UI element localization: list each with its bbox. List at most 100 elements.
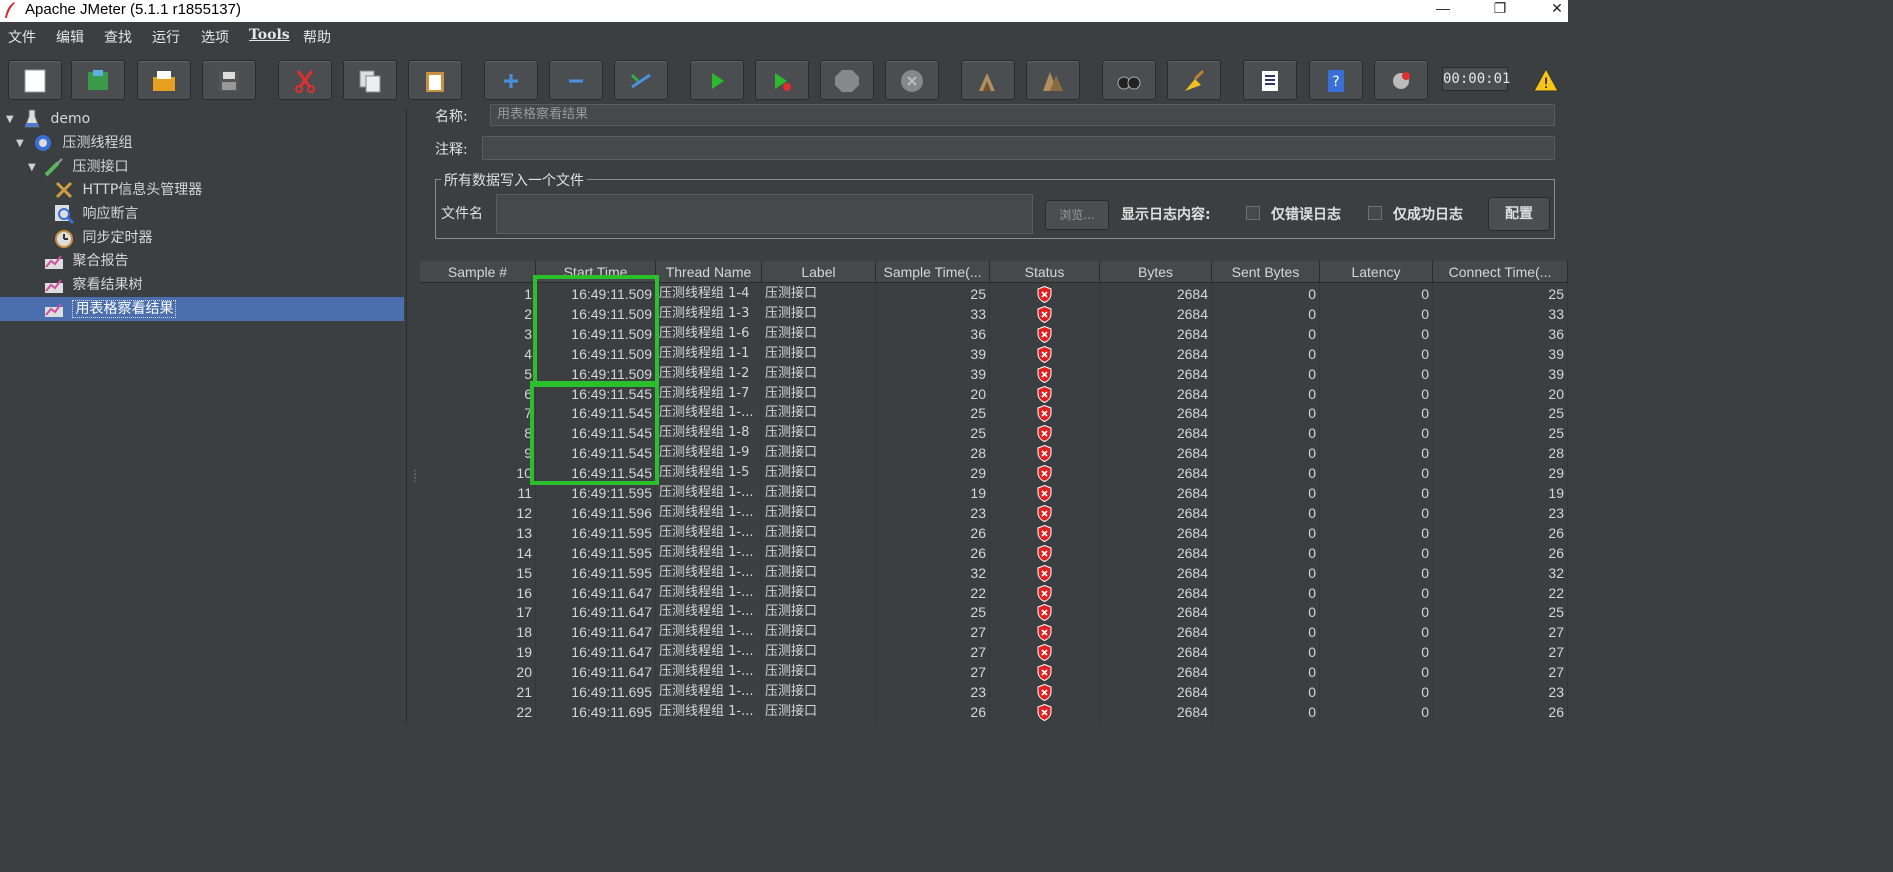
expand-toggle-icon[interactable]: ▼ (6, 114, 14, 125)
menu-edit[interactable]: 编辑 (56, 27, 84, 47)
table-row[interactable]: 13 16:49:11.595 压测线程组 1-... 压测接口 26 2684 0 0 26 (420, 522, 1568, 543)
table-cell: 36 (1433, 323, 1568, 344)
new-button[interactable] (8, 60, 62, 100)
table-row[interactable]: 9 16:49:11.545 压测线程组 1-9 压测接口 28 2684 0 0 28 (420, 443, 1568, 464)
menu-help[interactable]: 帮助 (303, 27, 331, 47)
tree-item-view-results-tree[interactable]: 察看结果树 (44, 274, 142, 296)
configure-button[interactable]: 配置 (1488, 197, 1550, 231)
function-helper-button[interactable] (1243, 60, 1297, 100)
menu-search[interactable]: 查找 (104, 27, 132, 47)
column-header[interactable]: Label (762, 261, 876, 283)
error-shield-icon (1037, 445, 1052, 463)
toggle-button[interactable] (614, 60, 668, 100)
table-row[interactable]: 11 16:49:11.595 压测线程组 1-... 压测接口 19 2684 0 0 19 (420, 483, 1568, 503)
expand-toggle-icon[interactable]: ▼ (28, 162, 36, 173)
copy-button[interactable] (343, 60, 397, 100)
table-row[interactable]: 12 16:49:11.596 压测线程组 1-... 压测接口 23 2684 0 0 23 (420, 502, 1568, 523)
menu-tools[interactable]: Tools (249, 27, 290, 43)
table-row[interactable]: 15 16:49:11.595 压测线程组 1-... 压测接口 32 2684 0 0 32 (420, 562, 1568, 583)
table-cell: 9 (420, 443, 536, 464)
paste-button[interactable] (408, 60, 462, 100)
table-row[interactable]: 20 16:49:11.647 压测线程组 1-... 压测接口 27 2684 0 0 27 (420, 662, 1568, 683)
tree-item-thread-group[interactable]: 压测线程组 (32, 132, 132, 154)
column-header[interactable]: Sent Bytes (1212, 261, 1320, 283)
comment-field[interactable] (482, 136, 1555, 160)
table-row[interactable]: 3 16:49:11.509 压测线程组 1-6 压测接口 36 2684 0 0 36 (420, 323, 1568, 344)
help-button[interactable]: ? (1309, 60, 1363, 100)
collapse-button[interactable] (549, 60, 603, 100)
table-cell: 22 (876, 582, 990, 603)
start-button[interactable] (690, 60, 744, 100)
open-button[interactable] (137, 60, 191, 100)
menu-run[interactable]: 运行 (152, 27, 180, 47)
menu-file[interactable]: 文件 (8, 27, 36, 47)
column-header[interactable]: Thread Name (656, 261, 762, 283)
tree-item-demo[interactable]: demo (24, 108, 90, 130)
maximize-button[interactable]: ❐ (1485, 0, 1515, 18)
reset-search-button[interactable] (1167, 60, 1221, 100)
remote-button[interactable] (1374, 60, 1428, 100)
table-row[interactable]: 17 16:49:11.647 压测线程组 1-... 压测接口 25 2684 0 0 25 (420, 602, 1568, 623)
browse-button[interactable]: 浏览... (1045, 200, 1109, 230)
templates-button[interactable] (71, 60, 125, 100)
close-button[interactable]: ✕ (1542, 0, 1572, 18)
table-row[interactable]: 18 16:49:11.647 压测线程组 1-... 压测接口 27 2684 0 0 27 (420, 622, 1568, 643)
column-header[interactable]: Connect Time(... (1433, 261, 1568, 283)
status-cell (990, 642, 1100, 663)
clear-all-button[interactable] (1026, 60, 1080, 100)
column-header[interactable]: Start Time (536, 261, 656, 283)
table-row[interactable]: 2 16:49:11.509 压测线程组 1-3 压测接口 33 2684 0 0 33 (420, 303, 1568, 324)
table-cell: 压测线程组 1-5 (656, 463, 762, 484)
table-cell: 压测接口 (762, 343, 876, 364)
tree-item-header-manager[interactable]: HTTP信息头管理器 (54, 179, 202, 201)
stop-button[interactable] (820, 60, 874, 100)
table-row[interactable]: 8 16:49:11.545 压测线程组 1-8 压测接口 25 2684 0 0 25 (420, 423, 1568, 444)
table-row[interactable]: 1 16:49:11.509 压测线程组 1-4 压测接口 25 2684 0 0 25 (420, 284, 1568, 304)
tree-item-sampler[interactable]: 压测接口 (44, 156, 128, 178)
table-row[interactable]: 22 16:49:11.695 压测线程组 1-... 压测接口 26 2684 0 0 26 (420, 701, 1568, 722)
table-row[interactable]: 19 16:49:11.647 压测线程组 1-... 压测接口 27 2684 0 0 27 (420, 642, 1568, 663)
table-row[interactable]: 7 16:49:11.545 压测线程组 1-... 压测接口 25 2684 0 0 25 (420, 403, 1568, 424)
name-field[interactable]: 用表格察看结果 (490, 104, 1555, 126)
column-header[interactable]: Sample Time(... (876, 261, 990, 283)
table-row[interactable]: 10 16:49:11.545 压测线程组 1-5 压测接口 29 2684 0 0 29 (420, 463, 1568, 484)
success-only-checkbox[interactable] (1368, 206, 1382, 220)
shutdown-button[interactable] (885, 60, 939, 100)
warning-icon[interactable]: ! (1533, 68, 1559, 92)
expand-toggle-icon[interactable]: ▼ (16, 138, 24, 149)
table-cell: 7 (420, 403, 536, 424)
tree-item-view-results-table[interactable]: 用表格察看结果 (44, 298, 177, 320)
table-row[interactable]: 16 16:49:11.647 压测线程组 1-... 压测接口 22 2684 0 0 22 (420, 582, 1568, 603)
minimize-button[interactable]: — (1428, 0, 1458, 18)
tree-item-timer[interactable]: 同步定时器 (54, 227, 152, 249)
column-header[interactable]: Bytes (1100, 261, 1212, 283)
table-row[interactable]: 4 16:49:11.509 压测线程组 1-1 压测接口 39 2684 0 0 39 (420, 343, 1568, 364)
filename-input[interactable] (496, 194, 1033, 234)
cut-icon (295, 70, 315, 93)
menu-options[interactable]: 选项 (201, 27, 229, 47)
clear-button[interactable] (961, 60, 1015, 100)
tree-item-aggregate-report[interactable]: 聚合报告 (44, 250, 128, 272)
table-cell: 压测接口 (762, 562, 876, 583)
table-row[interactable]: 14 16:49:11.595 压测线程组 1-... 压测接口 26 2684 0 0 26 (420, 542, 1568, 563)
table-cell: 0 (1320, 542, 1433, 563)
cut-button[interactable] (278, 60, 332, 100)
results-table: Sample # Start Time Thread Name Label Sa… (420, 261, 1568, 722)
expand-button[interactable] (484, 60, 538, 100)
templates-icon (88, 70, 108, 90)
status-cell (990, 502, 1100, 523)
column-header[interactable]: Latency (1320, 261, 1433, 283)
column-header[interactable]: Status (990, 261, 1100, 283)
search-button[interactable] (1102, 60, 1156, 100)
table-cell: 13 (420, 522, 536, 543)
start-no-timers-button[interactable] (755, 60, 809, 100)
save-button[interactable] (202, 60, 256, 100)
split-pane-divider[interactable]: ⋮ ⋮ (406, 108, 420, 722)
table-row[interactable]: 21 16:49:11.695 压测线程组 1-... 压测接口 23 2684 0 0 23 (420, 682, 1568, 702)
tree-item-assertion[interactable]: 响应断言 (54, 203, 138, 225)
errors-only-checkbox[interactable] (1246, 206, 1260, 220)
column-header[interactable]: Sample # (420, 261, 536, 283)
table-row[interactable]: 5 16:49:11.509 压测线程组 1-2 压测接口 39 2684 0 0 39 (420, 363, 1568, 384)
table-row[interactable]: 6 16:49:11.545 压测线程组 1-7 压测接口 20 2684 0 0 20 (420, 383, 1568, 404)
elapsed-timer: 00:00:01 (1442, 67, 1510, 91)
